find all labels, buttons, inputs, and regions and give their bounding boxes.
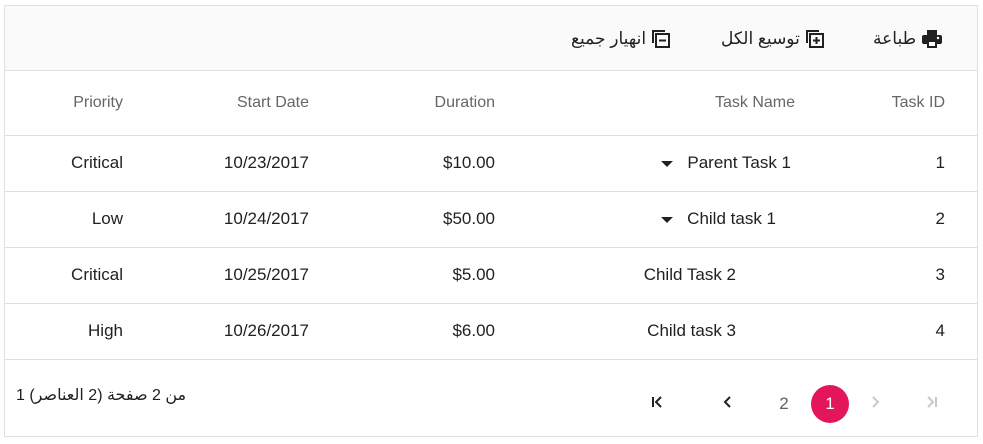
task-name-cell: Child task 3 xyxy=(647,303,736,359)
task-id-cell: 1 xyxy=(935,153,945,172)
column-header-priority[interactable]: Priority xyxy=(73,70,123,135)
chevron-down-icon[interactable] xyxy=(661,217,674,223)
prev-page-button[interactable] xyxy=(709,385,747,423)
toolbar: طباعة توسيع الكل انهيار جميع xyxy=(5,6,977,71)
task-name-text: Child task 3 xyxy=(647,321,736,340)
duration-cell: $50.00 xyxy=(443,209,495,228)
table-row[interactable]: 4 Child task 3 $6.00 10/26/2017 High xyxy=(5,303,977,360)
start-date-cell: 10/26/2017 xyxy=(223,321,309,340)
column-header-task-name[interactable]: Task Name xyxy=(715,70,795,135)
page-button-1[interactable]: 1 xyxy=(811,385,849,423)
column-header-task-id[interactable]: Task ID xyxy=(892,70,945,135)
pager-info: 1 من 2 صفحة (2 العناصر) xyxy=(16,387,187,404)
grid-header: Task ID Task Name Duration Start Date Pr… xyxy=(5,70,977,136)
prev-page-icon xyxy=(722,395,734,414)
task-id-cell: 4 xyxy=(935,321,945,340)
task-name-cell: Parent Task 1 xyxy=(661,135,791,191)
priority-cell: Critical xyxy=(71,265,123,284)
task-id-cell: 2 xyxy=(935,209,945,228)
next-page-icon xyxy=(869,395,881,414)
task-name-cell: Child Task 2 xyxy=(644,247,736,303)
task-id-cell: 3 xyxy=(935,265,945,284)
page-button-2[interactable]: 2 xyxy=(765,385,803,423)
expand-all-icon xyxy=(805,30,824,48)
last-page-icon xyxy=(924,395,940,414)
task-name-cell: Child task 1 xyxy=(661,191,776,247)
collapse-all-label: انهيار جميع xyxy=(571,29,647,48)
start-date-cell: 10/24/2017 xyxy=(223,209,309,228)
start-date-cell: 10/25/2017 xyxy=(223,265,309,284)
pager: 1 من 2 صفحة (2 العناصر) 1 2 xyxy=(5,359,977,436)
expand-all-label: توسيع الكل xyxy=(721,29,800,48)
print-icon xyxy=(922,30,943,48)
task-name-text: Parent Task 1 xyxy=(687,153,791,172)
duration-cell: $5.00 xyxy=(452,265,495,284)
last-page-button[interactable] xyxy=(913,385,951,423)
chevron-down-icon[interactable] xyxy=(661,161,674,167)
table-row[interactable]: 2 Child task 1 $50.00 10/24/2017 Low xyxy=(5,191,977,248)
task-name-text: Child task 1 xyxy=(687,209,776,228)
table-row[interactable]: 1 Parent Task 1 $10.00 10/23/2017 Critic… xyxy=(5,135,977,192)
column-header-duration[interactable]: Duration xyxy=(435,70,495,135)
priority-cell: High xyxy=(88,321,123,340)
column-header-start-date[interactable]: Start Date xyxy=(237,70,309,135)
duration-cell: $10.00 xyxy=(443,153,495,172)
first-page-button[interactable] xyxy=(638,385,676,423)
collapse-all-button[interactable]: انهيار جميع xyxy=(571,26,671,52)
first-page-icon xyxy=(649,395,665,414)
print-label: طباعة xyxy=(873,29,917,48)
table-row[interactable]: 3 Child Task 2 $5.00 10/25/2017 Critical xyxy=(5,247,977,304)
next-page-button[interactable] xyxy=(856,385,894,423)
priority-cell: Low xyxy=(91,209,123,228)
priority-cell: Critical xyxy=(71,153,123,172)
collapse-all-icon xyxy=(652,30,671,48)
print-button[interactable]: طباعة xyxy=(873,26,943,52)
start-date-cell: 10/23/2017 xyxy=(223,153,309,172)
duration-cell: $6.00 xyxy=(452,321,495,340)
task-name-text: Child Task 2 xyxy=(643,265,736,284)
tree-grid: طباعة توسيع الكل انهيار جميع Task ID Tas… xyxy=(4,5,978,437)
expand-all-button[interactable]: توسيع الكل xyxy=(721,26,824,52)
